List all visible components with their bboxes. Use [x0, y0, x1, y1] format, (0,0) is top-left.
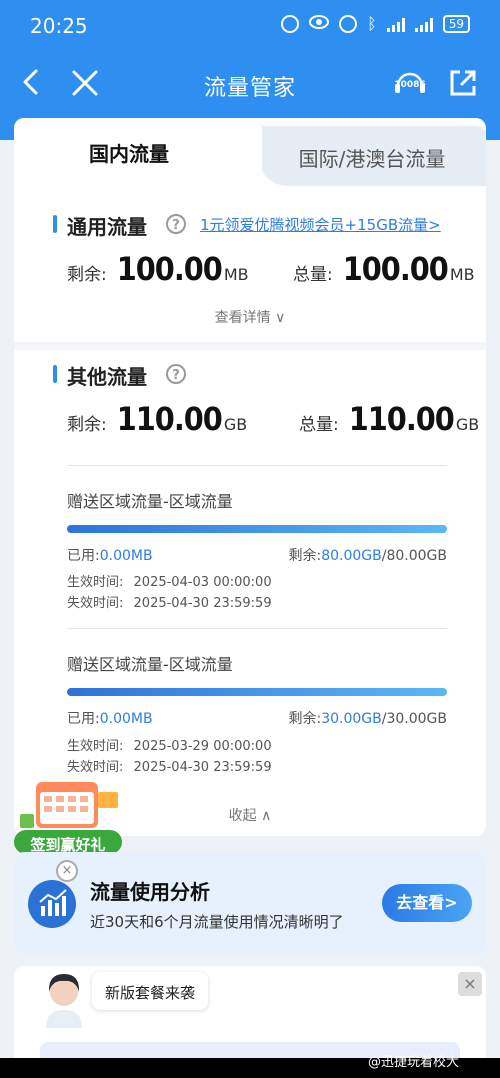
package-progress-bar [67, 688, 447, 696]
used-value: 0.00MB [99, 548, 153, 564]
remaining-value: 80.00GB [321, 548, 382, 564]
view-details-link[interactable]: 查看详情 ∨ [0, 307, 500, 327]
close-promo-icon[interactable]: × [458, 972, 482, 996]
remaining-unit: GB [223, 415, 248, 434]
analysis-icon [28, 880, 76, 928]
general-total: 总量: 100.00 MB [293, 250, 475, 288]
package-start-time: 生效时间: 2025-03-29 00:00:00 [67, 735, 272, 754]
total-label: 总量: [299, 415, 339, 435]
remaining-label: 剩余: [288, 711, 322, 727]
section-divider [14, 342, 486, 350]
sign-in-badge[interactable]: 签到赢好礼 [14, 778, 122, 856]
general-title: 通用流量 [67, 215, 147, 239]
package-start-time: 生效时间: 2025-04-03 00:00:00 [67, 571, 272, 590]
used-value: 0.00MB [99, 711, 153, 727]
remaining-label: 剩余: [67, 265, 107, 285]
package-used: 已用:0.00MB [67, 708, 153, 728]
start-value: 2025-04-03 00:00:00 [133, 575, 272, 590]
signal-1-icon [386, 16, 405, 32]
alarm-icon [339, 14, 358, 33]
signal-2-icon [414, 16, 433, 32]
package-name: 赠送区域流量-区域流量 [67, 655, 233, 674]
view-analysis-button[interactable]: 去查看> [382, 884, 472, 922]
status-bar: 20:25 ᛒ 59 [0, 0, 500, 52]
promo-link[interactable]: 1元领爱优腾视频会员+15GB流量> [200, 214, 441, 235]
end-value: 2025-04-30 23:59:59 [133, 760, 272, 775]
customer-service-icon[interactable]: 10086 [392, 66, 428, 102]
package-name: 赠送区域流量-区域流量 [67, 492, 233, 511]
total-label: 总量: [293, 265, 333, 285]
other-total: 总量: 110.00 GB [299, 400, 479, 438]
end-label: 失效时间: [67, 596, 124, 611]
bluetooth-icon: ᛒ [367, 14, 377, 33]
share-icon[interactable] [448, 68, 478, 98]
remaining-value: 110.00 [116, 400, 223, 438]
remaining-label: 剩余: [288, 548, 322, 564]
section-marker [53, 365, 57, 383]
tab-domestic-label: 国内流量 [89, 142, 169, 166]
status-time: 20:25 [30, 14, 88, 38]
close-analysis-icon[interactable]: × [56, 860, 78, 882]
total-value: 110.00 [348, 400, 455, 438]
total-unit: GB [455, 415, 480, 434]
package-used: 已用:0.00MB [67, 545, 153, 565]
package-end-time: 失效时间: 2025-04-30 23:59:59 [67, 756, 272, 775]
bubble-text: 新版套餐来袭 [104, 984, 195, 1002]
status-icons: ᛒ 59 [281, 14, 470, 33]
remaining-total: /80.00GB [381, 548, 447, 564]
remaining-total: /30.00GB [381, 711, 447, 727]
help-icon[interactable]: ? [166, 364, 186, 384]
section-marker [53, 215, 57, 233]
watermark: @迅捷玩着校大 [368, 1055, 460, 1070]
end-label: 失效时间: [67, 760, 124, 775]
analysis-subtitle: 近30天和6个月流量使用情况清晰明了 [90, 913, 344, 931]
battery-icon: 59 [442, 14, 470, 33]
start-value: 2025-03-29 00:00:00 [133, 739, 272, 754]
package-progress-bar [67, 525, 447, 533]
general-remaining: 剩余: 100.00 MB [67, 250, 249, 288]
divider [67, 465, 447, 466]
remaining-label: 剩余: [67, 415, 107, 435]
assistant-avatar[interactable] [36, 968, 92, 1028]
tab-international-label: 国际/港澳台流量 [298, 147, 446, 171]
remaining-value: 100.00 [116, 250, 223, 288]
end-value: 2025-04-30 23:59:59 [133, 596, 272, 611]
start-label: 生效时间: [67, 575, 124, 590]
used-label: 已用: [67, 548, 100, 564]
analysis-title: 流量使用分析 [90, 880, 210, 904]
help-icon[interactable]: ? [166, 214, 186, 234]
package-remaining: 剩余:30.00GB/30.00GB [288, 708, 447, 728]
remaining-value: 30.00GB [321, 711, 382, 727]
total-value: 100.00 [342, 250, 449, 288]
start-label: 生效时间: [67, 739, 124, 754]
other-title: 其他流量 [67, 365, 147, 389]
used-label: 已用: [67, 711, 100, 727]
eye-icon [309, 14, 330, 33]
package-end-time: 失效时间: 2025-04-30 23:59:59 [67, 592, 272, 611]
service-number: 10086 [394, 80, 426, 90]
nav-bar: 流量管家 10086 [0, 52, 500, 114]
divider [67, 628, 447, 629]
remaining-unit: MB [223, 265, 249, 284]
total-unit: MB [449, 265, 475, 284]
nfc-icon [281, 14, 300, 33]
package-remaining: 剩余:80.00GB/80.00GB [288, 545, 447, 565]
other-remaining: 剩余: 110.00 GB [67, 400, 247, 438]
